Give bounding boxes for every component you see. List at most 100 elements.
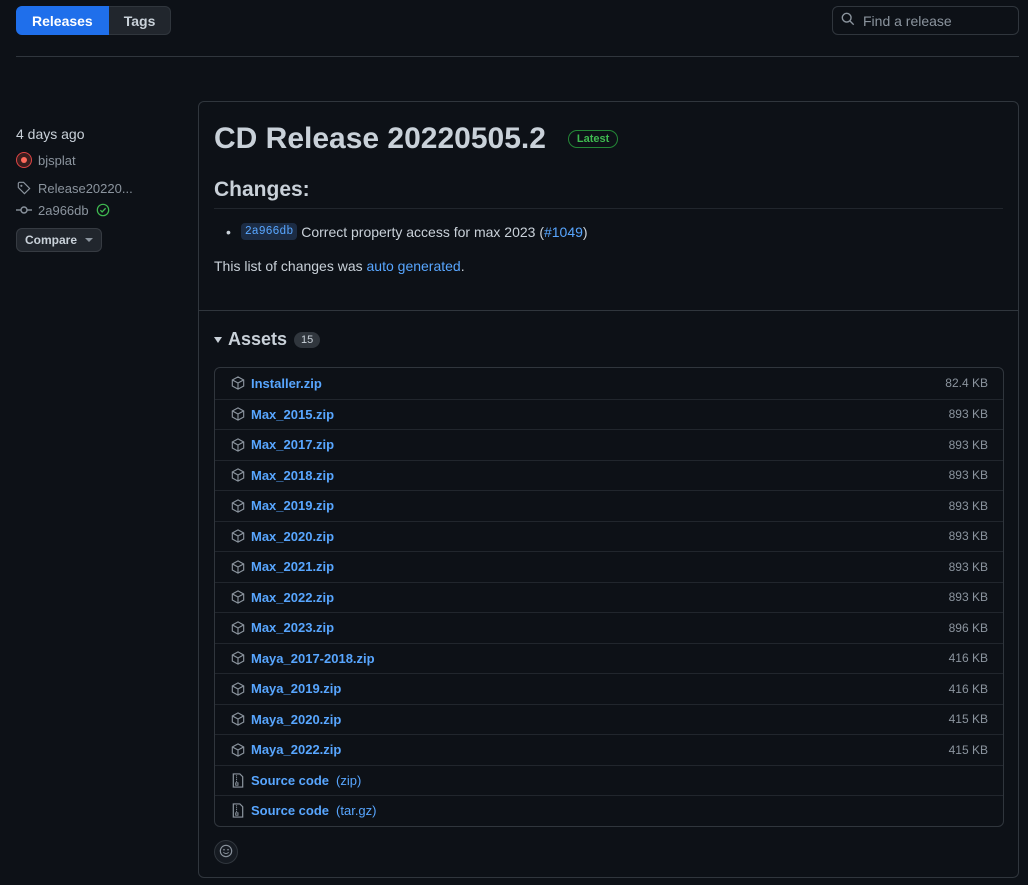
asset-row[interactable]: Maya_2020.zip 415 KB — [215, 703, 1003, 735]
tag-row[interactable]: Release20220... — [16, 180, 186, 196]
asset-size: 415 KB — [948, 742, 988, 757]
add-reaction-button[interactable] — [214, 840, 238, 864]
asset-name-link[interactable]: Max_2020.zip — [251, 529, 334, 544]
release-time: 4 days ago — [16, 126, 85, 142]
auto-note: This list of changes was auto generated. — [214, 258, 1003, 274]
assets-count: 15 — [294, 331, 321, 348]
package-icon — [230, 467, 246, 483]
asset-name-link[interactable]: Max_2022.zip — [251, 590, 334, 605]
asset-row[interactable]: Maya_2019.zip 416 KB — [215, 673, 1003, 704]
latest-badge: Latest — [567, 130, 619, 148]
file-zip-icon — [230, 803, 246, 819]
changes-list: 2a966db Correct property access for max … — [214, 223, 1003, 240]
source-code-link[interactable]: Source code — [251, 773, 329, 788]
asset-row[interactable]: Maya_2017-2018.zip 416 KB — [215, 642, 1003, 674]
compare-label: Compare — [24, 233, 77, 247]
tag-icon — [16, 180, 32, 196]
source-code-format[interactable]: (zip) — [336, 773, 361, 788]
file-zip-icon — [230, 772, 246, 788]
asset-name-link[interactable]: Maya_2019.zip — [251, 681, 341, 696]
commit-icon — [16, 202, 32, 218]
asset-name-link[interactable]: Max_2019.zip — [251, 498, 334, 513]
release-tabs: Releases Tags — [16, 6, 172, 35]
asset-row[interactable]: Installer.zip 82.4 KB — [215, 368, 1003, 399]
asset-name-link[interactable]: Max_2023.zip — [251, 620, 334, 635]
source-code-row[interactable]: Source code (tar.gz) — [215, 795, 1003, 826]
avatar — [16, 152, 32, 168]
package-icon — [230, 437, 246, 453]
release-sidebar: 4 days ago bjsplat Release20220... 2a966… — [16, 124, 186, 252]
auto-generated-link[interactable]: auto generated — [367, 258, 461, 274]
search-icon — [841, 12, 855, 29]
asset-row[interactable]: Max_2015.zip 893 KB — [215, 398, 1003, 430]
asset-name-link[interactable]: Max_2021.zip — [251, 559, 334, 574]
asset-row[interactable]: Max_2017.zip 893 KB — [215, 429, 1003, 460]
commit-sha[interactable]: 2a966db — [38, 203, 89, 218]
release-card: CD Release 20220505.2 Latest Changes: 2a… — [198, 101, 1019, 878]
tab-releases[interactable]: Releases — [16, 6, 109, 35]
package-icon — [230, 375, 246, 391]
smiley-icon — [219, 844, 233, 861]
release-title[interactable]: CD Release 20220505.2 — [214, 122, 546, 156]
tag-name[interactable]: Release20220... — [38, 181, 133, 196]
package-icon — [230, 498, 246, 514]
asset-name-link[interactable]: Max_2017.zip — [251, 437, 334, 452]
package-icon — [230, 711, 246, 727]
asset-row[interactable]: Max_2021.zip 893 KB — [215, 551, 1003, 582]
pr-link[interactable]: #1049 — [544, 224, 583, 240]
asset-row[interactable]: Max_2022.zip 893 KB — [215, 581, 1003, 613]
assets-heading: Assets — [228, 329, 288, 349]
divider — [199, 310, 1018, 311]
package-icon — [230, 681, 246, 697]
asset-size: 416 KB — [948, 681, 988, 696]
package-icon — [230, 559, 246, 575]
asset-row[interactable]: Max_2023.zip 896 KB — [215, 612, 1003, 643]
divider — [16, 56, 1019, 57]
chevron-down-icon — [85, 238, 93, 242]
package-icon — [230, 620, 246, 636]
asset-size: 416 KB — [948, 651, 988, 666]
asset-row[interactable]: Max_2019.zip 893 KB — [215, 490, 1003, 521]
asset-size: 893 KB — [948, 498, 988, 513]
asset-name-link[interactable]: Installer.zip — [251, 376, 322, 391]
tab-tags[interactable]: Tags — [108, 6, 172, 35]
asset-name-link[interactable]: Max_2015.zip — [251, 407, 334, 422]
search-box[interactable] — [832, 6, 1019, 35]
change-text: Correct property access for max 2023 ( — [301, 223, 544, 240]
changes-heading: Changes: — [214, 178, 1003, 209]
package-icon — [230, 650, 246, 666]
auto-note-end: . — [460, 258, 465, 274]
package-icon — [230, 589, 246, 605]
source-code-link[interactable]: Source code — [251, 803, 329, 818]
package-icon — [230, 528, 246, 544]
asset-name-link[interactable]: Maya_2022.zip — [251, 742, 341, 757]
search-input[interactable] — [863, 12, 1013, 29]
asset-row[interactable]: Maya_2022.zip 415 KB — [215, 734, 1003, 765]
asset-size: 893 KB — [948, 559, 988, 574]
asset-size: 893 KB — [948, 407, 988, 422]
triangle-down-icon — [214, 336, 222, 343]
source-code-row[interactable]: Source code (zip) — [215, 764, 1003, 796]
verified-check-icon — [95, 202, 111, 218]
compare-button[interactable]: Compare — [16, 228, 102, 252]
asset-size: 893 KB — [948, 590, 988, 605]
asset-size: 415 KB — [948, 712, 988, 727]
assets-list: Installer.zip 82.4 KB Max_2015.zip 893 KB Ma… — [214, 367, 1004, 827]
change-text-end: ) — [582, 223, 588, 240]
assets-toggle[interactable]: Assets 15 — [214, 329, 321, 350]
asset-name-link[interactable]: Maya_2020.zip — [251, 712, 341, 727]
commit-row[interactable]: 2a966db — [16, 202, 186, 218]
author-name[interactable]: bjsplat — [38, 153, 76, 168]
asset-name-link[interactable]: Maya_2017-2018.zip — [251, 651, 375, 666]
asset-size: 893 KB — [948, 437, 988, 452]
package-icon — [230, 742, 246, 758]
asset-row[interactable]: Max_2018.zip 893 KB — [215, 459, 1003, 491]
auto-note-text: This list of changes was — [214, 258, 367, 274]
commit-link[interactable]: 2a966db — [240, 223, 298, 240]
author-row[interactable]: bjsplat — [16, 152, 186, 168]
asset-row[interactable]: Max_2020.zip 893 KB — [215, 520, 1003, 552]
asset-size: 82.4 KB — [945, 376, 988, 391]
asset-size: 896 KB — [948, 620, 988, 635]
source-code-format[interactable]: (tar.gz) — [336, 803, 376, 818]
asset-name-link[interactable]: Max_2018.zip — [251, 468, 334, 483]
